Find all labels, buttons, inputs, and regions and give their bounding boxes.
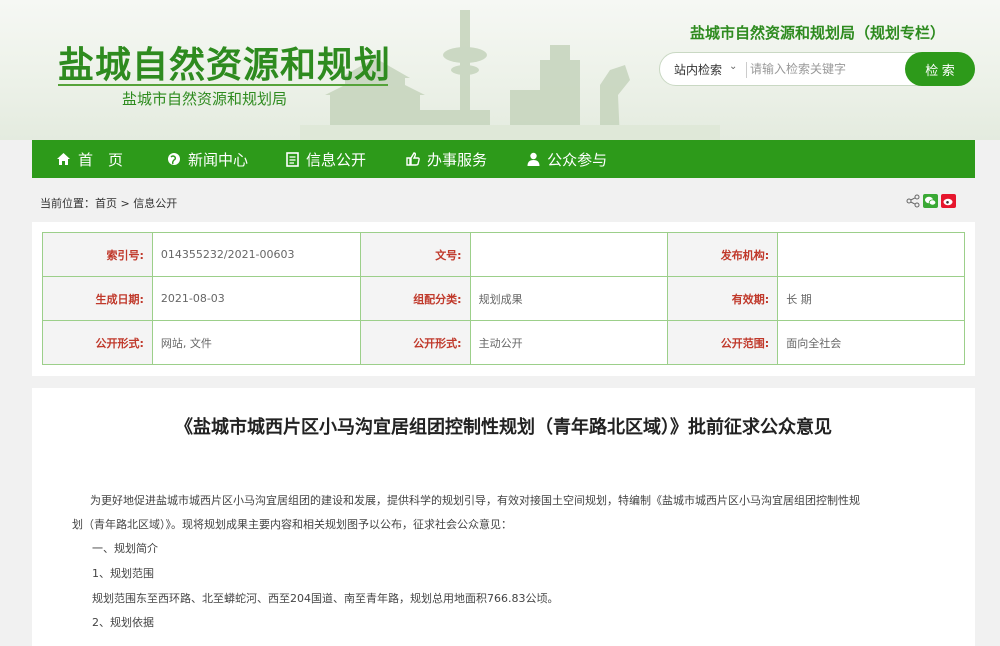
site-title[interactable]: 盐城自然资源和规划 — [58, 36, 391, 88]
article: 《盐城市城西片区小马沟宜居组团控制性规划（青年路北区域）》批前征求公众意见 为更… — [32, 388, 975, 646]
meta-value: 规划成果 — [469, 276, 669, 321]
nav-item-news[interactable]: 新闻中心 — [167, 140, 248, 178]
search-scope-select[interactable]: 站内检索 — [674, 61, 722, 78]
table-row: 公开形式: 网站, 文件 公开形式: 主动公开 公开范围: 面向全社会 — [42, 320, 965, 365]
meta-key: 公开范围: — [667, 320, 779, 365]
meta-value: 面向全社会 — [777, 320, 965, 365]
meta-value — [777, 232, 965, 277]
article-paragraph: 划（青年路北区域）》。现将规划成果主要内容和相关规划图予以公布，征求社会公众意见… — [72, 518, 512, 531]
meta-value — [469, 232, 669, 277]
meta-key: 索引号: — [42, 232, 153, 277]
article-paragraph: 为更好地促进盐城市城西片区小马沟宜居组团的建设和发展，提供科学的规划引导，有效对… — [90, 494, 860, 507]
meta-value: 长 期 — [777, 276, 965, 321]
meta-key: 有效期: — [667, 276, 779, 321]
document-icon — [286, 151, 299, 167]
search-input[interactable] — [750, 57, 900, 81]
subsection-heading: 1、规划范围 — [92, 567, 154, 580]
meta-key: 公开形式: — [42, 320, 153, 365]
nav-label: 公众参与 — [547, 150, 608, 169]
document-meta-panel: 索引号: 014355232/2021-00603 文号: 发布机构: 生成日期… — [32, 222, 975, 376]
planning-column-link[interactable]: 盐城市自然资源和规划局（规划专栏） — [690, 22, 945, 43]
table-row: 生成日期: 2021-08-03 组配分类: 规划成果 有效期: 长 期 — [42, 276, 965, 321]
meta-key: 公开形式: — [359, 320, 471, 365]
search-box: 站内检索 ⌄ 检 索 — [659, 52, 975, 86]
meta-value: 主动公开 — [469, 320, 669, 365]
meta-value: 网站, 文件 — [151, 320, 361, 365]
share-icon[interactable] — [906, 194, 920, 208]
title-divider — [58, 84, 388, 86]
wechat-icon[interactable] — [923, 194, 938, 208]
nav-label: 首 页 — [78, 150, 124, 169]
breadcrumb[interactable]: 当前位置：首页 > 信息公开 — [40, 195, 177, 211]
nav-item-info[interactable]: 信息公开 — [286, 140, 366, 178]
weibo-icon[interactable] — [941, 194, 956, 208]
chevron-down-icon[interactable]: ⌄ — [729, 61, 737, 72]
nav-label: 信息公开 — [306, 150, 367, 169]
nav-label: 新闻中心 — [188, 150, 249, 169]
nav-item-home[interactable]: 首 页 — [56, 140, 123, 178]
globe-icon — [168, 153, 181, 165]
search-button[interactable]: 检 索 — [905, 52, 975, 86]
document-meta-table: 索引号: 014355232/2021-00603 文号: 发布机构: 生成日期… — [42, 232, 965, 365]
meta-key: 生成日期: — [42, 276, 153, 321]
nav-label: 办事服务 — [427, 150, 488, 169]
meta-value: 014355232/2021-00603 — [151, 232, 361, 277]
meta-key: 组配分类: — [359, 276, 471, 321]
meta-value: 2021-08-03 — [151, 276, 361, 321]
section-heading: 一、规划简介 — [92, 542, 158, 555]
article-paragraph: 规划范围东至西环路、北至蟒蛇河、西至204国道、南至青年路，规划总用地面积766… — [92, 592, 559, 605]
main-nav: 首 页 新闻中心 信息公开 办事服务 公众参与 — [32, 140, 975, 178]
search-divider — [746, 62, 747, 78]
header-banner: 盐城自然资源和规划 盐城市自然资源和规划局 盐城市自然资源和规划局（规划专栏） … — [0, 0, 1000, 140]
nav-item-services[interactable]: 办事服务 — [406, 140, 487, 178]
thumbs-up-icon — [406, 152, 420, 166]
nav-item-public[interactable]: 公众参与 — [527, 140, 607, 178]
table-row: 索引号: 014355232/2021-00603 文号: 发布机构: — [42, 232, 965, 277]
user-icon — [527, 152, 540, 166]
subsection-heading: 2、规划依据 — [92, 616, 154, 629]
meta-key: 发布机构: — [667, 232, 779, 277]
share-bar — [906, 194, 956, 208]
home-icon — [57, 153, 70, 165]
meta-key: 文号: — [359, 232, 471, 277]
site-subtitle: 盐城市自然资源和规划局 — [122, 90, 288, 108]
article-title: 《盐城市城西片区小马沟宜居组团控制性规划（青年路北区域）》批前征求公众意见 — [175, 417, 832, 438]
